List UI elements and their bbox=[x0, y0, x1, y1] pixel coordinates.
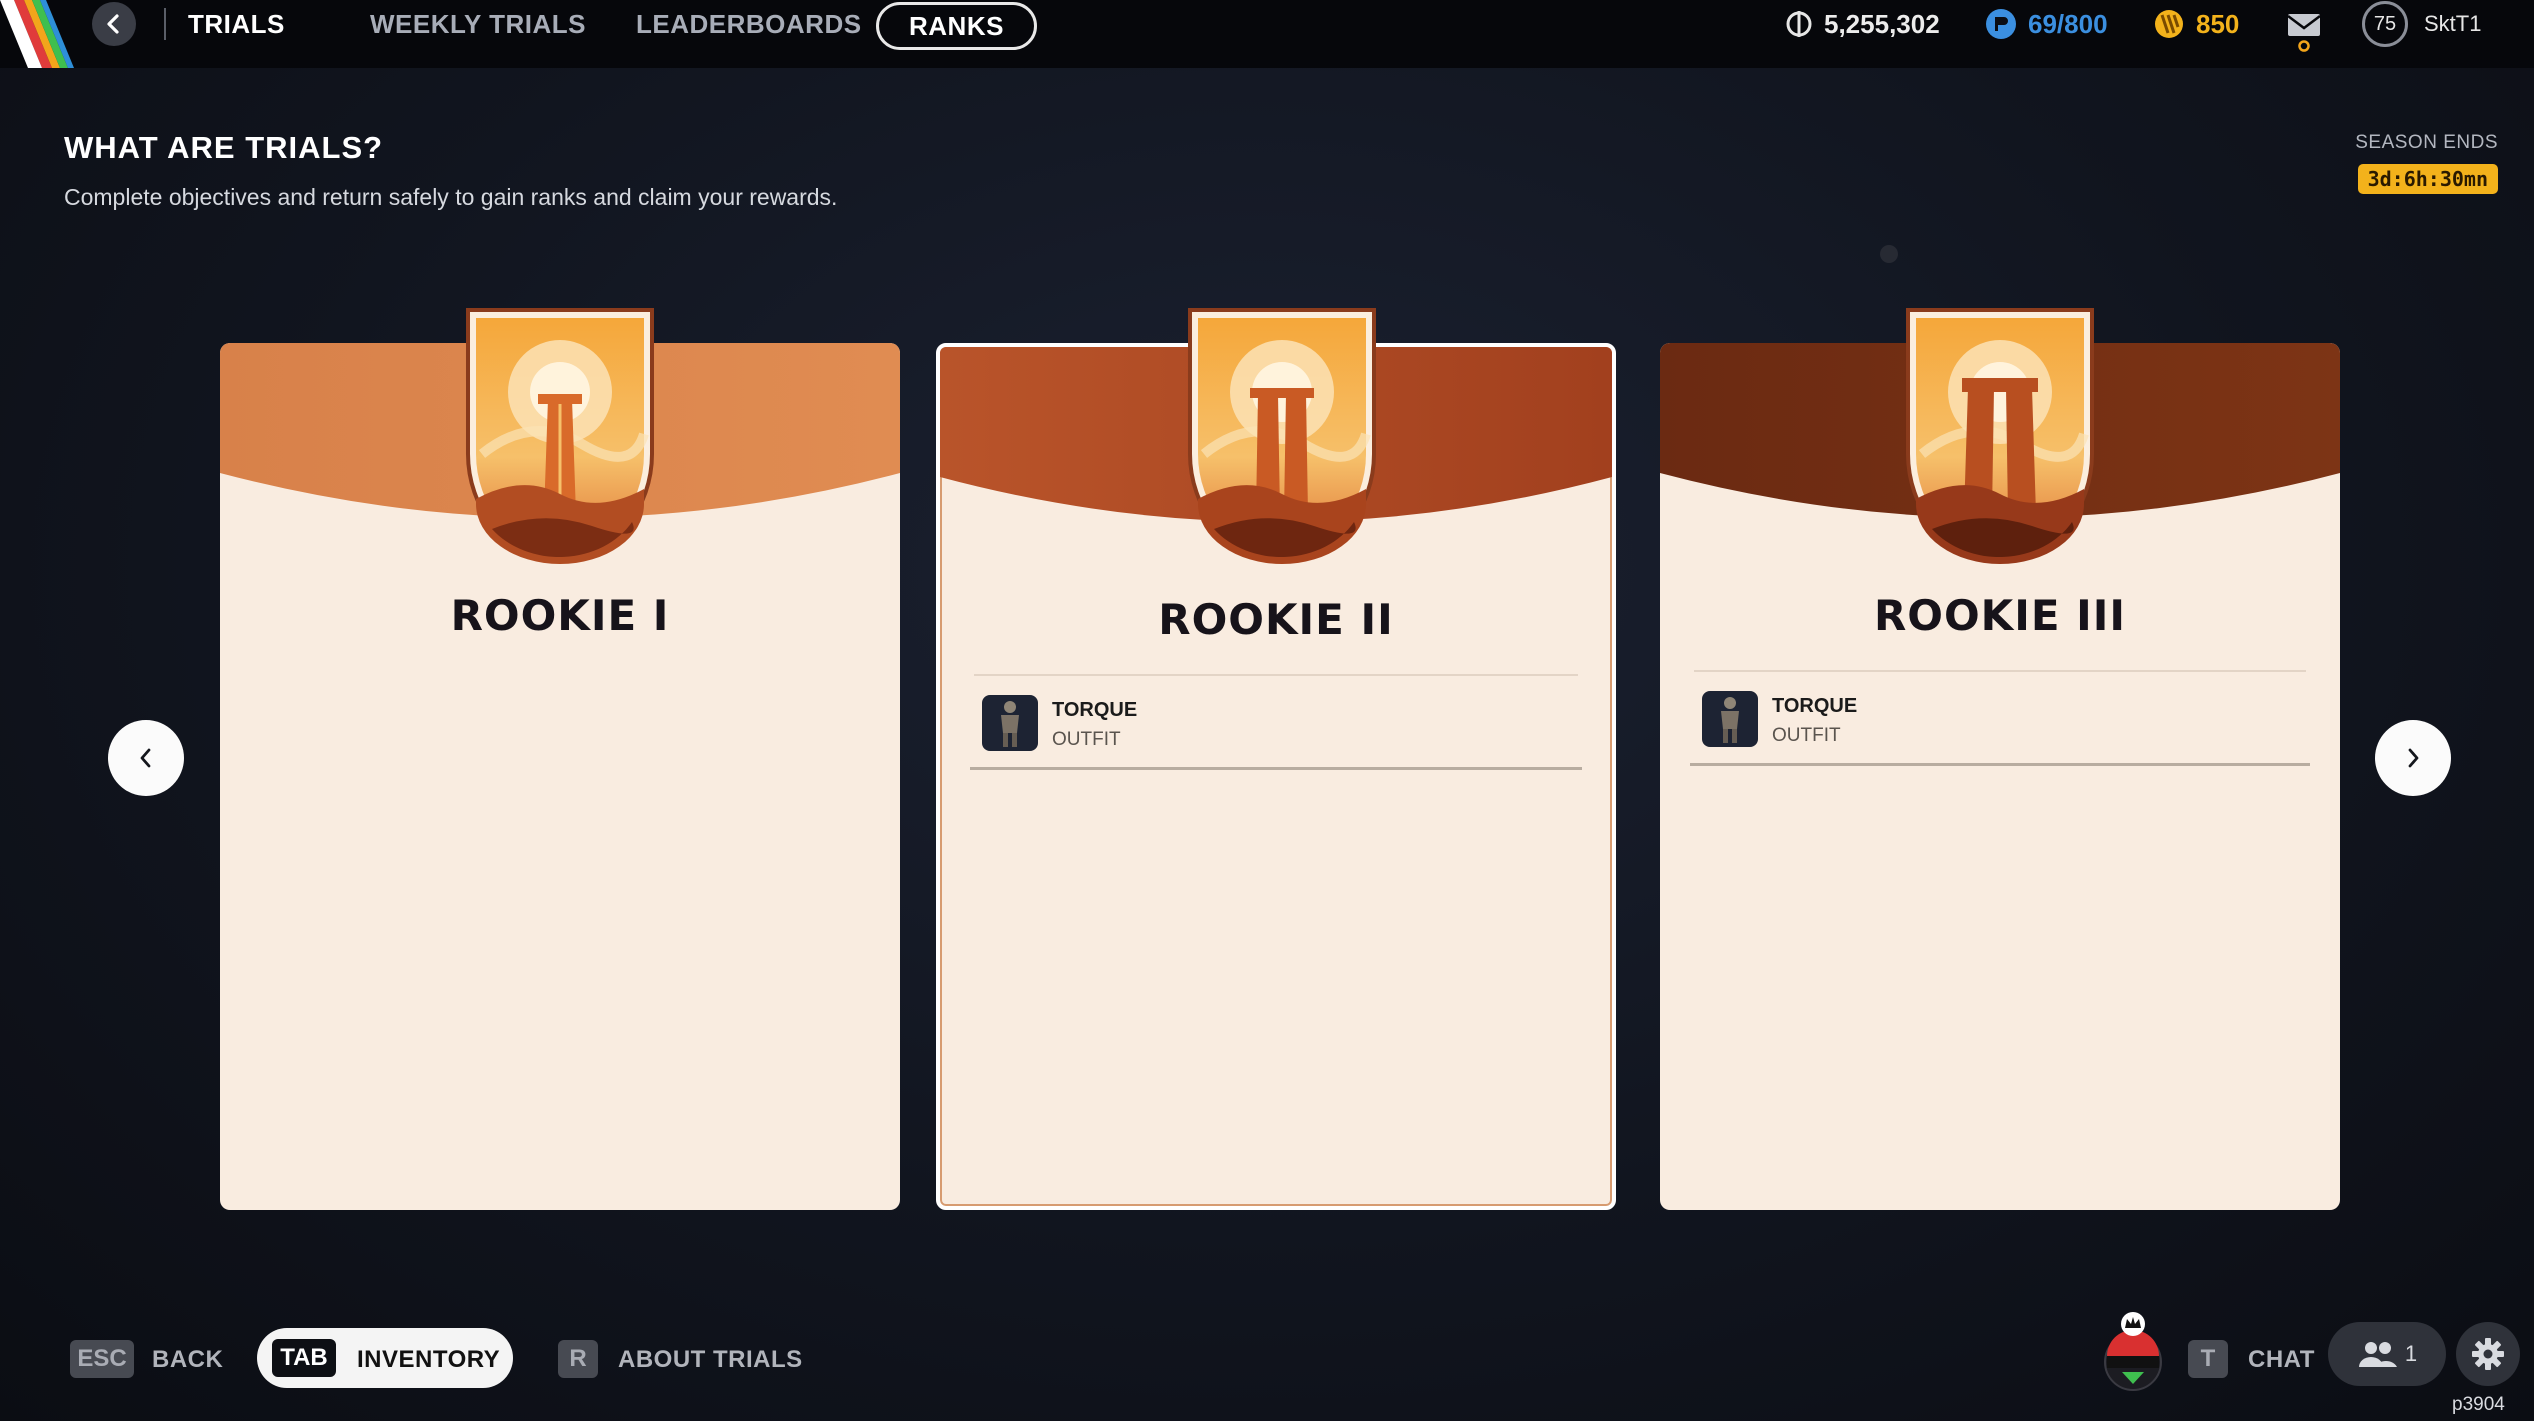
chevron-right-icon bbox=[2408, 748, 2419, 768]
about-trials-action[interactable]: ABOUT TRIALS bbox=[618, 1346, 803, 1374]
pass-progress-value: 69/800 bbox=[2028, 8, 2108, 39]
credits-value: 5,255,302 bbox=[1824, 8, 1940, 39]
player-username[interactable]: SktT1 bbox=[2424, 0, 2481, 48]
reward-type: OUTFIT bbox=[1052, 729, 1121, 750]
tab-ranks[interactable]: RANKS bbox=[876, 2, 1037, 50]
season-ends-label: SEASON ENDS bbox=[2355, 132, 2498, 153]
tokens-value: 850 bbox=[2196, 8, 2240, 39]
season-timer: 3d:6h:30mn bbox=[2357, 164, 2498, 194]
character-icon bbox=[1721, 697, 1739, 743]
esc-key-hint: ESC bbox=[70, 1340, 134, 1378]
tab-trials[interactable]: TRIALS bbox=[188, 0, 285, 48]
gear-icon bbox=[2472, 1338, 2504, 1370]
chat-action[interactable]: CHAT bbox=[2248, 1346, 2315, 1374]
mail-icon[interactable] bbox=[2286, 8, 2322, 52]
page-title: WHAT ARE TRIALS? bbox=[64, 130, 384, 165]
rank-title: ROOKIE III bbox=[1873, 591, 2127, 640]
nav-separator bbox=[164, 8, 166, 40]
carousel-next-button[interactable] bbox=[2375, 720, 2451, 796]
tokens-display: 850 bbox=[2152, 0, 2239, 48]
outfit-thumbnail bbox=[982, 695, 1038, 751]
r-key-hint: R bbox=[558, 1340, 598, 1378]
party-count: 1 bbox=[2404, 1341, 2418, 1366]
reward-divider bbox=[1694, 670, 2306, 672]
tab-key-hint: TAB bbox=[272, 1339, 336, 1377]
tab-weekly-trials[interactable]: WEEKLY TRIALS bbox=[370, 0, 586, 48]
t-key-hint: T bbox=[2188, 1340, 2228, 1378]
inventory-label: INVENTORY bbox=[357, 1346, 501, 1373]
back-action[interactable]: BACK bbox=[152, 1346, 223, 1374]
player-level-badge[interactable]: 75 bbox=[2362, 1, 2408, 47]
group-icon bbox=[2358, 1342, 2397, 1367]
pass-progress-display: 69/800 bbox=[1984, 0, 2108, 48]
reward-name: TORQUE bbox=[1772, 695, 1858, 717]
rank-badge-icon bbox=[1188, 308, 1376, 564]
chevron-left-icon bbox=[140, 748, 151, 768]
decorative-dot bbox=[1880, 245, 1898, 263]
reward-item[interactable]: TORQUE OUTFIT bbox=[970, 687, 1582, 770]
character-icon bbox=[1001, 701, 1019, 747]
clan-emblem-icon[interactable] bbox=[2098, 1310, 2168, 1392]
party-button[interactable]: 1 bbox=[2328, 1322, 2446, 1386]
reward-name: TORQUE bbox=[1052, 699, 1138, 721]
page-subtitle: Complete objectives and return safely to… bbox=[64, 184, 838, 210]
reward-type: OUTFIT bbox=[1772, 725, 1841, 746]
tab-leaderboards[interactable]: LEADERBOARDS bbox=[636, 0, 862, 48]
token-icon bbox=[2155, 10, 2183, 38]
credits-display: 5,255,302 bbox=[1784, 0, 1940, 48]
rank-title: ROOKIE II bbox=[1158, 595, 1394, 644]
rank-badge-icon bbox=[466, 308, 654, 564]
settings-button[interactable] bbox=[2456, 1322, 2520, 1386]
build-id: p3904 bbox=[2452, 1394, 2505, 1415]
rank-title: ROOKIE I bbox=[450, 591, 670, 640]
outfit-thumbnail bbox=[1702, 691, 1758, 747]
chevron-left-icon bbox=[107, 14, 119, 34]
back-button[interactable] bbox=[92, 2, 136, 46]
pass-icon bbox=[1986, 9, 2016, 39]
top-bar: TRIALS WEEKLY TRIALS LEADERBOARDS RANKS … bbox=[0, 0, 2534, 68]
rank-badge-icon bbox=[1906, 308, 2094, 564]
reward-item[interactable]: TORQUE OUTFIT bbox=[1690, 683, 2310, 766]
carousel-prev-button[interactable] bbox=[108, 720, 184, 796]
credits-icon bbox=[1786, 11, 1812, 37]
game-logo bbox=[0, 0, 74, 68]
reward-divider bbox=[974, 674, 1578, 676]
